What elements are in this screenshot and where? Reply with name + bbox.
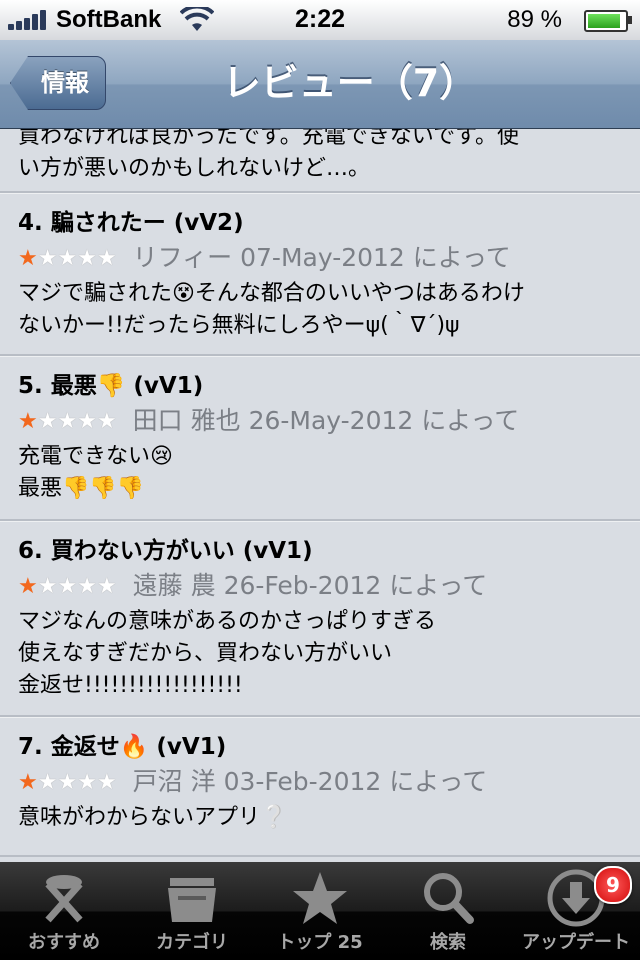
- star-empty-icon: ★: [77, 246, 97, 271]
- tab-label: カテゴリ: [156, 932, 228, 953]
- battery-icon: [584, 10, 632, 32]
- review-title: 6. 買わない方がいい (vV1): [18, 538, 313, 564]
- tab-updates[interactable]: 9 アップデート: [512, 862, 640, 960]
- star-empty-icon: ★: [37, 246, 58, 271]
- review-line: い方が悪いのかもしれないけど…。: [18, 156, 371, 181]
- star-filled-icon: ★: [18, 409, 38, 434]
- star-empty-icon: ★: [37, 574, 58, 599]
- review-author-date: リフィー 07-May-2012 によって: [132, 243, 511, 272]
- update-count-badge: 9: [594, 866, 632, 904]
- status-bar: SoftBank 2:22 89 %: [0, 0, 640, 40]
- review-list[interactable]: 買わなければ良かったです。充電できないです。使 い方が悪いのかもしれないけど…。…: [0, 129, 640, 861]
- search-icon: [424, 873, 474, 924]
- star-filled-icon: ★: [18, 574, 38, 599]
- tab-featured[interactable]: おすすめ: [0, 862, 128, 960]
- tab-label: おすすめ: [28, 932, 100, 953]
- rating-stars: ★★★★★: [18, 569, 117, 605]
- star-empty-icon: ★: [77, 770, 97, 795]
- star-filled-icon: ★: [18, 246, 38, 271]
- review-line: 最悪👎👎👎: [18, 476, 145, 501]
- review-line: 買わなければ良かったです。充電できないです。使: [18, 129, 519, 149]
- review-line: 意味がわからないアプリ❔: [18, 805, 288, 830]
- review-line: ないかー!!だったら無料にしろやーψ(｀∇´)ψ: [18, 313, 460, 338]
- tab-label: アップデート: [522, 932, 630, 953]
- navigation-bar: 情報 レビュー（7）: [0, 40, 640, 129]
- star-empty-icon: ★: [96, 246, 117, 271]
- rating-stars: ★★★★★: [18, 765, 117, 801]
- star-icon: [293, 872, 347, 924]
- review-meta: ★★★★★ 遠藤 農 26-Feb-2012 によって: [18, 568, 624, 604]
- review-author-date: 遠藤 農 26-Feb-2012 によって: [132, 571, 488, 600]
- review-body: 意味がわからないアプリ❔: [18, 800, 624, 834]
- tab-label: トップ 25: [277, 932, 363, 953]
- star-empty-icon: ★: [96, 574, 117, 599]
- back-button[interactable]: 情報: [10, 56, 106, 110]
- review-body: 買わなければ良かったです。充電できないです。使 い方が悪いのかもしれないけど…。: [18, 129, 624, 185]
- review-author-date: 戸沼 洋 03-Feb-2012 によって: [132, 767, 488, 796]
- battery-percentage: 89 %: [507, 6, 562, 33]
- tab-top25[interactable]: トップ 25: [256, 862, 384, 960]
- star-empty-icon: ★: [37, 770, 58, 795]
- review-body: マジなんの意味があるのかさっぱりすぎる 使えなすぎだから、買わない方がいい 金返…: [18, 604, 624, 702]
- page-title: レビュー（7）: [222, 61, 478, 105]
- tab-bar: おすすめ カテゴリ トップ 25 検索 9 アップデート: [0, 862, 640, 960]
- review-line: 充電できない😢: [18, 444, 173, 469]
- tab-categories[interactable]: カテゴリ: [128, 862, 256, 960]
- categories-icon: [168, 878, 216, 922]
- rating-stars: ★★★★★: [18, 404, 117, 440]
- featured-icon: [45, 875, 83, 923]
- star-empty-icon: ★: [96, 409, 117, 434]
- review-item: 7. 金返せ🔥 (vV1) ★★★★★ 戸沼 洋 03-Feb-2012 によって…: [0, 717, 640, 857]
- review-line: マジなんの意味があるのかさっぱりすぎる: [18, 609, 437, 634]
- review-meta: ★★★★★ リフィー 07-May-2012 によって: [18, 240, 624, 276]
- review-meta: ★★★★★ 田口 雅也 26-May-2012 によって: [18, 403, 624, 439]
- star-empty-icon: ★: [37, 409, 58, 434]
- star-empty-icon: ★: [77, 574, 97, 599]
- review-author-date: 田口 雅也 26-May-2012 によって: [132, 406, 520, 435]
- review-body: 充電できない😢 最悪👎👎👎: [18, 439, 624, 505]
- review-title: 4. 騙されたー (vV2): [18, 210, 244, 236]
- star-empty-icon: ★: [77, 409, 97, 434]
- review-item: 4. 騙されたー (vV2) ★★★★★ リフィー 07-May-2012 によっ…: [0, 193, 640, 356]
- review-item: 買わなければ良かったです。充電できないです。使 い方が悪いのかもしれないけど…。: [0, 129, 640, 193]
- star-empty-icon: ★: [57, 770, 78, 795]
- tab-search[interactable]: 検索: [384, 862, 512, 960]
- review-item: 5. 最悪👎 (vV1) ★★★★★ 田口 雅也 26-May-2012 によって…: [0, 356, 640, 521]
- review-title: 7. 金返せ🔥 (vV1): [18, 734, 227, 760]
- review-meta: ★★★★★ 戸沼 洋 03-Feb-2012 によって: [18, 764, 624, 800]
- star-empty-icon: ★: [57, 574, 78, 599]
- review-body: マジで騙された😵そんな都合のいいやつはあるわけ ないかー!!だったら無料にしろや…: [18, 276, 624, 342]
- review-line: マジで騙された😵そんな都合のいいやつはあるわけ: [18, 281, 525, 306]
- review-item: 6. 買わない方がいい (vV1) ★★★★★ 遠藤 農 26-Feb-2012 …: [0, 521, 640, 717]
- tab-label: 検索: [430, 932, 466, 953]
- star-empty-icon: ★: [96, 770, 117, 795]
- rating-stars: ★★★★★: [18, 241, 117, 277]
- review-line: 金返せ!!!!!!!!!!!!!!!!!!: [18, 673, 243, 698]
- star-empty-icon: ★: [57, 246, 78, 271]
- review-title: 5. 最悪👎 (vV1): [18, 373, 204, 399]
- star-empty-icon: ★: [57, 409, 78, 434]
- star-filled-icon: ★: [18, 770, 38, 795]
- review-line: 使えなすぎだから、買わない方がいい: [18, 641, 393, 666]
